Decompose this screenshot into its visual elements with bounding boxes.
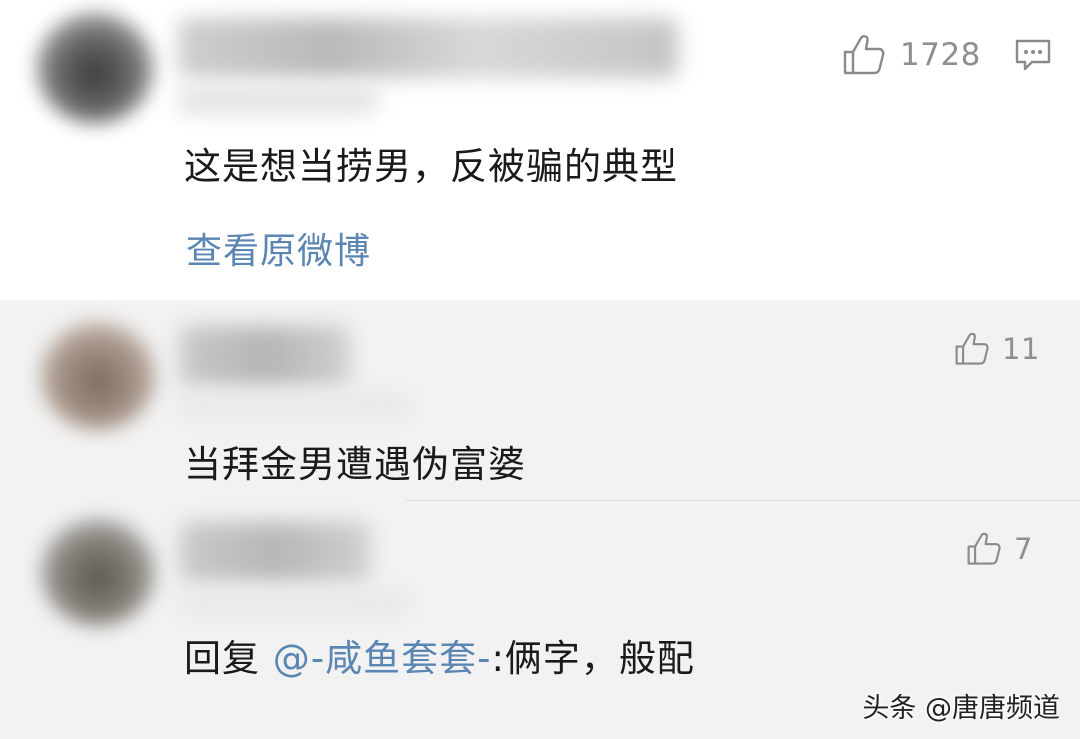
like-button[interactable]: 11 (954, 332, 1040, 366)
reply-text: 当拜金男遭遇伪富婆 (184, 443, 526, 486)
reply-text: 回复 @-咸鱼套套-:俩字，般配 (184, 628, 695, 682)
reply-prefix: 回复 (184, 637, 273, 680)
like-count: 1728 (900, 37, 981, 73)
like-button[interactable]: 7 (966, 532, 1033, 566)
username-blurred[interactable] (178, 18, 678, 78)
avatar[interactable] (40, 322, 156, 430)
comment-button[interactable] (1014, 38, 1052, 76)
replies-section: 11 当拜金男遭遇伪富婆 7 回复 @-咸鱼套套-:俩字，般配 (0, 300, 1080, 739)
user-meta-blurred (180, 590, 410, 614)
username-blurred[interactable] (180, 326, 350, 386)
like-count: 7 (1014, 532, 1033, 566)
like-count: 11 (1002, 332, 1040, 366)
username-blurred[interactable] (180, 522, 370, 582)
thumbs-up-icon (843, 35, 885, 75)
comment-bubble-icon (1015, 39, 1051, 71)
user-meta-blurred (178, 86, 378, 114)
reply-divider (406, 500, 1080, 501)
reply-body: :俩字，般配 (491, 637, 695, 680)
like-button[interactable]: 1728 (842, 34, 981, 76)
watermark: 头条 @唐唐频道 (862, 693, 1060, 724)
view-original-link[interactable]: 查看原微博 (186, 222, 371, 274)
user-meta-blurred (180, 394, 410, 418)
avatar[interactable] (40, 518, 156, 626)
avatar[interactable] (36, 12, 154, 124)
thumbs-up-icon (967, 532, 1001, 565)
main-comment: 1728 这是想当捞男，反被骗的典型 查看原微博 (0, 0, 1080, 300)
user-mention-link[interactable]: @-咸鱼套套- (273, 637, 492, 680)
comment-text: 这是想当捞男，反被骗的典型 (184, 145, 678, 188)
thumbs-up-icon (955, 332, 989, 365)
